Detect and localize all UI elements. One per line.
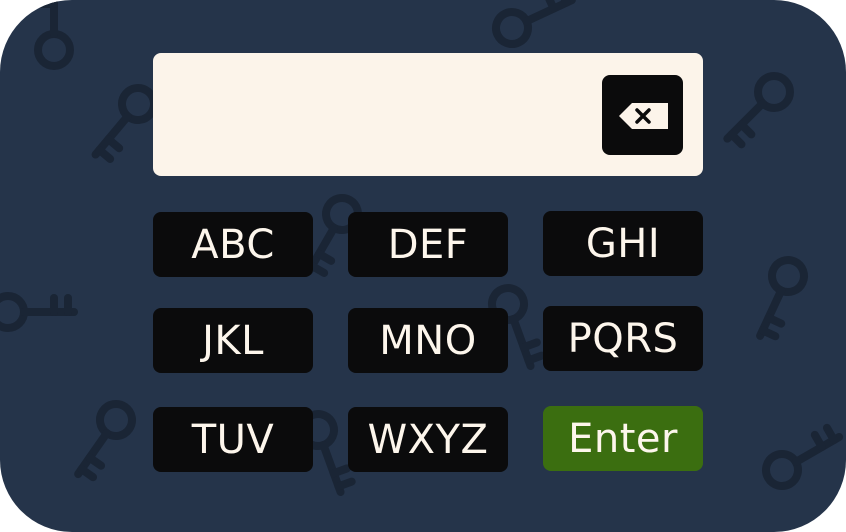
key-label: WXYZ: [367, 416, 489, 463]
bg-key-icon: [491, 0, 579, 49]
bg-key-icon: [65, 398, 138, 484]
key-pqrs[interactable]: PQRS: [543, 306, 703, 371]
key-label: TUV: [191, 416, 275, 463]
key-label: MNO: [379, 317, 477, 364]
key-label: DEF: [387, 221, 469, 268]
key-label: GHI: [585, 220, 661, 267]
key-label: ABC: [191, 221, 275, 268]
key-abc[interactable]: ABC: [153, 212, 313, 277]
key-mno[interactable]: MNO: [348, 308, 508, 373]
bg-key-icon: [83, 81, 160, 164]
backspace-button[interactable]: [602, 75, 683, 155]
bg-key-icon: [760, 423, 846, 492]
key-label: JKL: [202, 317, 264, 364]
key-def[interactable]: DEF: [348, 212, 508, 277]
bg-key-icon: [0, 296, 74, 328]
bg-key-icon: [716, 69, 797, 150]
bg-key-icon: [38, 0, 70, 66]
bg-key-icon: [746, 255, 810, 343]
backspace-icon: [619, 103, 668, 129]
key-ghi[interactable]: GHI: [543, 211, 703, 276]
enter-button[interactable]: Enter: [543, 406, 703, 471]
keypad-panel: ABC DEF GHI JKL MNO PQRS TUV WXYZ Enter: [0, 0, 846, 532]
key-wxyz[interactable]: WXYZ: [348, 407, 508, 472]
key-jkl[interactable]: JKL: [153, 308, 313, 373]
key-tuv[interactable]: TUV: [153, 407, 313, 472]
key-label: Enter: [568, 415, 678, 462]
key-label: PQRS: [567, 315, 679, 362]
